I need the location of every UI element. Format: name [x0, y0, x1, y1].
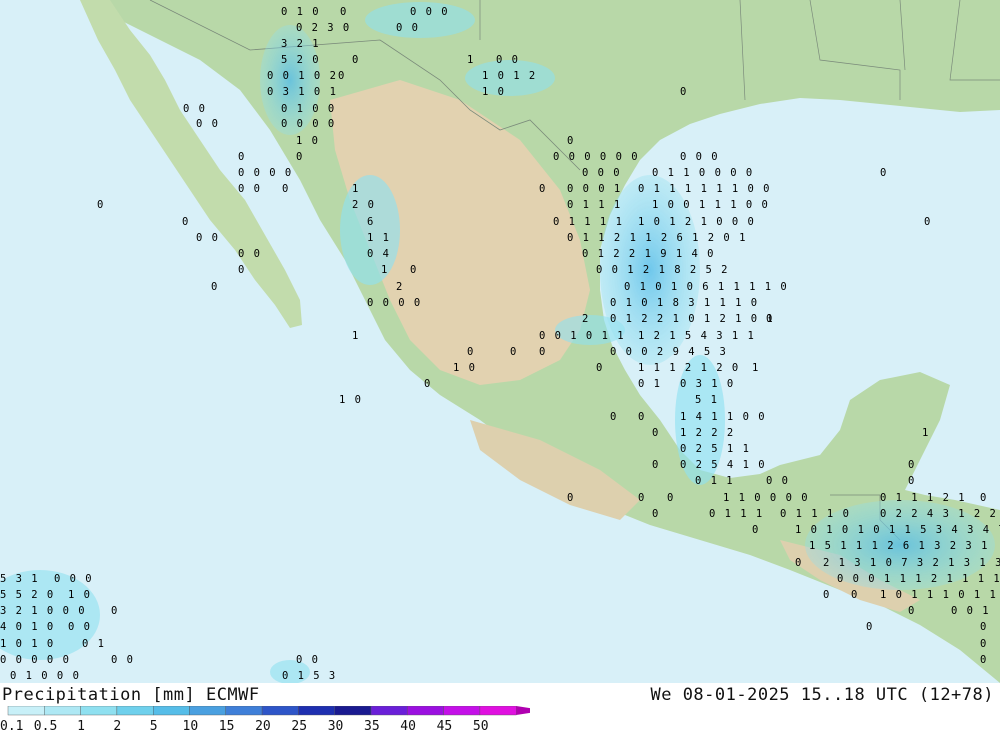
scale-tick-label: 0.5 — [33, 719, 58, 734]
scale-arrow — [516, 706, 530, 715]
scale-tick-label: 30 — [327, 719, 344, 734]
scale-tick-label: 20 — [255, 719, 271, 734]
valid-time: We 08-01-2025 15..18 UTC (12+78) — [650, 685, 994, 705]
scale-swatch — [298, 706, 335, 716]
scale-tick-label: 5 — [149, 719, 158, 734]
scale-swatch — [152, 706, 190, 716]
scale-swatch — [370, 706, 408, 716]
scale-swatch — [116, 706, 154, 716]
scale-swatch — [7, 706, 45, 716]
scale-tick-label: 40 — [400, 719, 416, 734]
scale-swatch — [407, 706, 444, 716]
scale-tick-label: 2 — [113, 719, 122, 734]
scale-swatch — [189, 706, 226, 716]
map-title: Precipitation [mm] ECMWF — [2, 685, 260, 705]
footer-bar: Precipitation [mm] ECMWF We 08-01-2025 1… — [0, 683, 1000, 734]
precipitation-map: 0 1 000 0 00 2 3 00 03 2 15 2 0010 00 0 … — [0, 0, 1000, 683]
scale-tick-label: 10 — [182, 719, 199, 734]
scale-swatch — [334, 706, 372, 716]
scale-tick-label: 25 — [291, 719, 308, 734]
scale-swatch — [261, 706, 299, 716]
scale-tick-label: 35 — [364, 719, 380, 734]
scale-swatch — [44, 706, 81, 716]
color-scale — [7, 706, 530, 716]
scale-tick-label: 1 — [77, 719, 85, 734]
scale-swatch — [225, 706, 263, 716]
scale-swatch — [479, 706, 517, 716]
scale-tick-label: 45 — [436, 719, 453, 734]
scale-swatch — [80, 706, 118, 716]
scale-swatch — [443, 706, 481, 716]
scale-tick-label: 15 — [218, 719, 235, 734]
scale-tick-label: 50 — [472, 719, 489, 734]
scale-tick-label: 0.1 — [0, 719, 24, 734]
map-background — [0, 0, 1000, 683]
